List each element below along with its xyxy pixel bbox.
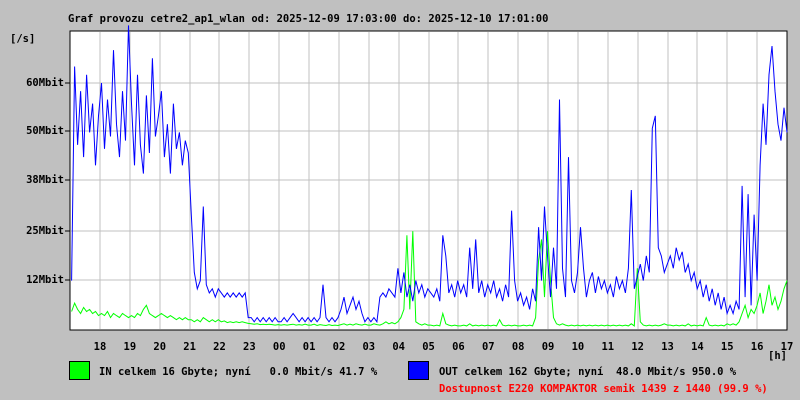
x-tick-label: 11 [601,341,615,353]
x-tick-label: 13 [661,341,674,353]
x-tick-label: 00 [272,341,286,353]
legend-out-swatch [408,361,429,380]
x-tick-label: 18 [93,341,107,353]
y-tick-label: 12Mbit [26,274,64,286]
y-tick-label: 25Mbit [26,225,64,237]
x-tick-label: 22 [213,341,226,353]
y-tick-label: 50Mbit [26,125,64,137]
x-tick-label: 19 [123,341,137,353]
legend-in-label: IN celkem 16 Gbyte; nyní 0.0 Mbit/s 41.7… [99,366,378,378]
x-tick-label: 08 [511,341,525,353]
traffic-graph-page: Graf provozu cetre2_ap1_wlan od: 2025-12… [0,0,800,400]
x-tick-label: 05 [422,341,435,353]
x-tick-label: 12 [631,341,644,353]
x-tick-label: 03 [362,341,376,353]
x-tick-label: 15 [720,341,734,353]
x-tick-label: 04 [392,341,406,353]
availability-status-text: Dostupnost E220 KOMPAKTOR semik 1439 z 1… [439,383,768,395]
x-tick-label: 06 [452,341,465,353]
legend-out-label: OUT celkem 162 Gbyte; nyní 48.0 Mbit/s 9… [439,366,737,378]
legend-in-swatch [69,361,90,380]
x-tick-label: 02 [332,341,346,353]
x-tick-label: 21 [183,341,196,353]
x-axis-unit-label: [h] [768,350,787,362]
x-tick-label: 14 [691,341,704,353]
x-tick-label: 10 [571,341,585,353]
y-tick-label: 38Mbit [26,174,64,186]
traffic-chart [65,25,788,331]
y-tick-label: 60Mbit [26,77,64,89]
x-tick-label: 07 [481,341,495,353]
x-tick-label: 23 [243,341,256,353]
x-tick-label: 09 [541,341,555,353]
x-tick-label: 01 [302,341,316,353]
x-tick-label: 20 [153,341,167,353]
